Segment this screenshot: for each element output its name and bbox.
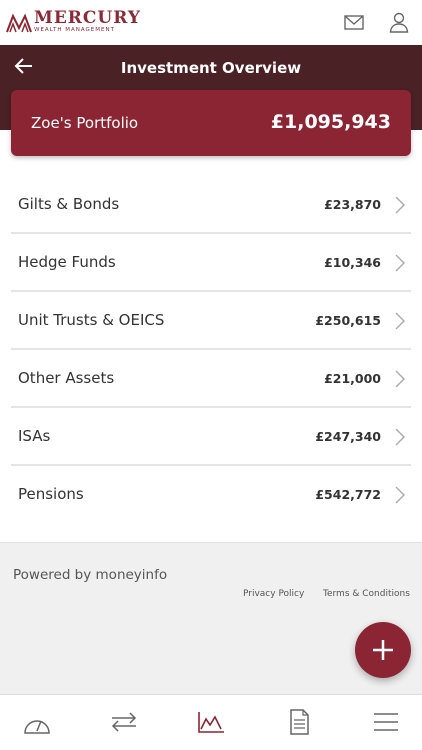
user-icon[interactable] xyxy=(388,11,410,33)
privacy-policy-link[interactable]: Privacy Policy xyxy=(243,589,304,599)
portfolio-card[interactable]: Zoe's Portfolio £1,095,943 xyxy=(11,90,411,156)
portfolio-name: Zoe's Portfolio xyxy=(31,114,139,132)
asset-row-pensions[interactable]: Pensions £542,772 xyxy=(11,466,411,524)
asset-row-isas[interactable]: ISAs £247,340 xyxy=(11,408,411,466)
portfolio-total: £1,095,943 xyxy=(270,111,391,133)
menu-icon[interactable] xyxy=(371,709,401,735)
asset-row-other-assets[interactable]: Other Assets £21,000 xyxy=(11,350,411,408)
asset-row-gilts-bonds[interactable]: Gilts & Bonds £23,870 xyxy=(11,176,411,234)
chevron-right-icon xyxy=(395,370,405,388)
asset-value: £250,615 xyxy=(315,313,381,328)
add-button[interactable] xyxy=(355,622,411,678)
asset-list: Gilts & Bonds £23,870 Hedge Funds £10,34… xyxy=(0,176,422,524)
asset-value: £23,870 xyxy=(324,197,381,212)
brand-subtitle: WEALTH MANAGEMENT xyxy=(34,27,115,34)
bottom-nav xyxy=(0,694,422,750)
asset-value: £247,340 xyxy=(315,429,381,444)
transfer-icon[interactable] xyxy=(109,709,139,735)
chevron-right-icon xyxy=(395,486,405,504)
asset-name: Unit Trusts & OEICS xyxy=(18,311,165,329)
chevron-right-icon xyxy=(395,428,405,446)
mail-icon[interactable] xyxy=(343,11,365,33)
page-title: Investment Overview xyxy=(120,59,302,77)
asset-row-unit-trusts[interactable]: Unit Trusts & OEICS £250,615 xyxy=(11,292,411,350)
mercury-logo[interactable]: MERCURY WEALTH MANAGEMENT xyxy=(6,10,141,34)
chart-icon[interactable] xyxy=(196,709,226,735)
asset-name: Other Assets xyxy=(18,369,115,387)
document-icon[interactable] xyxy=(284,709,314,735)
chevron-right-icon xyxy=(395,254,405,272)
asset-value: £21,000 xyxy=(324,371,381,386)
powered-by-text: Powered by moneyinfo xyxy=(13,567,168,583)
asset-name: ISAs xyxy=(18,427,51,445)
asset-value: £542,772 xyxy=(315,487,381,502)
asset-name: Pensions xyxy=(18,485,84,503)
footer-area: Powered by moneyinfo Privacy Policy Term… xyxy=(0,542,422,694)
plus-icon xyxy=(373,640,393,660)
dashboard-icon[interactable] xyxy=(22,709,52,735)
logo-mark-icon xyxy=(6,13,32,33)
asset-name: Gilts & Bonds xyxy=(18,195,120,213)
terms-conditions-link[interactable]: Terms & Conditions xyxy=(323,589,410,599)
chevron-right-icon xyxy=(395,312,405,330)
asset-value: £10,346 xyxy=(324,255,381,270)
asset-row-hedge-funds[interactable]: Hedge Funds £10,346 xyxy=(11,234,411,292)
chevron-right-icon xyxy=(395,196,405,214)
brand-name: MERCURY xyxy=(34,8,141,29)
top-bar: MERCURY WEALTH MANAGEMENT xyxy=(0,0,422,45)
asset-name: Hedge Funds xyxy=(18,253,116,271)
